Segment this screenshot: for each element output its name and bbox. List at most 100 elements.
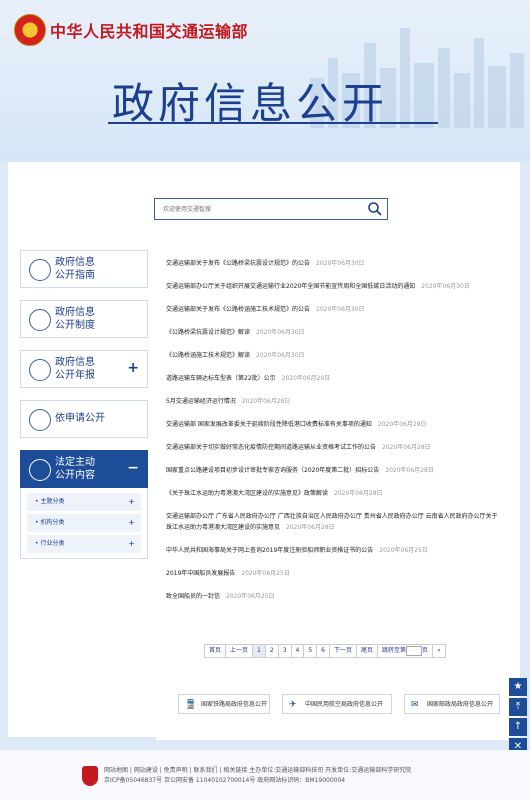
article-date: 2020年06月30日: [256, 352, 305, 359]
footer: 网站地图 | 网站建设 | 免责声明 | 联系我们 | 相关链接 主办单位:交通…: [0, 750, 530, 800]
list-item[interactable]: 国家重点公路建设项目初步设计审批专家咨询服务（2020年度第二批）招标公告 202…: [166, 465, 498, 488]
article-title[interactable]: 2019年中国船员发展报告: [166, 570, 235, 577]
article-date: 2020年06月30日: [421, 283, 470, 290]
sidebar-item-label: 政府信息: [55, 307, 95, 318]
article-title[interactable]: 《公路桥梁抗震设计规范》解读: [166, 329, 250, 336]
sidebar: 政府信息 公开指南 政府信息 公开制度 政府信息 公开年报 + 依申请公开 法定主动公…: [20, 250, 148, 559]
article-date: 2020年06月28日: [382, 444, 431, 451]
article-date: 2020年06月28日: [286, 524, 335, 531]
top-icon[interactable]: ⤒: [509, 698, 527, 716]
expand-icon[interactable]: +: [127, 360, 139, 376]
page-button[interactable]: 6: [316, 644, 330, 658]
sidebar-item-label: 公开内容: [55, 470, 95, 481]
article-title[interactable]: 交通运输部关于发布《公路桥梁抗震设计规范》的公告: [166, 260, 310, 267]
page-jump-input[interactable]: [406, 646, 423, 656]
list-item[interactable]: 道路运输车辆达标车型表（第22批）公示 2020年06月29日: [166, 373, 498, 396]
article-date: 2020年06月29日: [281, 375, 331, 382]
first-page-button[interactable]: 首页: [204, 644, 227, 658]
page-button[interactable]: 4: [290, 644, 305, 658]
list-item[interactable]: 交通运输部关于发布《公路桥梁抗震设计规范》的公告 2020年06月30日: [166, 258, 498, 281]
list-item[interactable]: 致全国船员的一封信 2020年06月25日: [166, 591, 498, 614]
list-item[interactable]: 交通运输部关于发布《公路桥涵施工技术规范》的公告 2020年06月30日: [166, 304, 498, 327]
list-item[interactable]: 2019年中国船员发展报告 2020年06月25日: [166, 568, 498, 591]
article-date: 2020年06月28日: [385, 467, 434, 474]
railway-link-button[interactable]: 🚆 国家铁路局政府信息公开: [178, 694, 270, 714]
article-title[interactable]: 道路运输车辆达标车型表（第22批）公示: [166, 375, 276, 382]
train-icon: 🚆: [185, 700, 197, 710]
footer-registration: 京ICP备05046837号 京公网安备 11040102700014号 政府网…: [104, 777, 346, 784]
report-icon: [29, 359, 51, 381]
article-date: 2020年06月30日: [316, 306, 365, 313]
article-list: 交通运输部关于发布《公路桥梁抗震设计规范》的公告 2020年06月30日 交通运输部…: [156, 250, 508, 740]
footer-text: 网站地图 | 网站建设 | 免责声明 | 联系我们 | 相关链接 主办单位:交通…: [104, 766, 524, 786]
sidebar-item-system[interactable]: 政府信息 公开制度: [20, 300, 148, 338]
article-title[interactable]: 《公路桥涵施工技术规范》解读: [166, 352, 250, 359]
list-item[interactable]: 5月交通运输经济运行情况 2020年06月29日: [166, 396, 498, 419]
page-button[interactable]: 1: [252, 644, 266, 658]
page-jump: 跳转至第页: [377, 644, 434, 658]
main-content: 政府信息公开指南 政府信息公开制度 政府信息公开年报 + 依申请公开 法定主动公…: [8, 162, 520, 740]
sidebar-item-label: 依申请公开: [55, 413, 105, 424]
next-page-button[interactable]: 下一页: [329, 644, 358, 658]
go-button[interactable]: »: [432, 644, 446, 658]
postal-link-button[interactable]: ✉ 国家邮政局政府信息公开: [404, 694, 500, 714]
list-item[interactable]: 《关于珠江水运助力粤港澳大湾区建设的实施意见》政策解读 2020年06月28日: [166, 488, 498, 511]
article-title[interactable]: 交通运输部关于发布《公路桥涵施工技术规范》的公告: [166, 306, 310, 313]
search-bar: [154, 198, 388, 220]
article-title[interactable]: 交通运输部 国家发展改革委关于延续阶段性降低港口收费标准有关事项的通知: [166, 421, 372, 428]
sidebar-item-application[interactable]: 依申请公开: [20, 400, 148, 438]
article-title[interactable]: 中华人民共和国海事局关于网上查询2019年度注册验船师职业资格证书的公告: [166, 547, 373, 554]
list-item[interactable]: 交通运输部关于切实做好常态化疫情防控期间道路运输从业资格考试工作的公告 2020年…: [166, 442, 498, 465]
page-button[interactable]: 3: [277, 644, 292, 658]
article-title[interactable]: 5月交通运输经济运行情况: [166, 398, 236, 405]
expand-icon[interactable]: +: [128, 493, 135, 511]
article-date: 2020年06月25日: [226, 593, 275, 600]
list-item[interactable]: 交通运输部 国家发展改革委关于延续阶段性降低港口收费标准有关事项的通知 2020年…: [166, 419, 498, 442]
page-button[interactable]: 2: [264, 644, 279, 658]
list-item[interactable]: 中华人民共和国海事局关于网上查询2019年度注册验船师职业资格证书的公告 2020…: [166, 545, 498, 568]
aviation-link-button[interactable]: ✈ 中国民用航空局政府信息公开: [282, 694, 392, 714]
sub-item-industry[interactable]: • 行业分类 +: [27, 535, 141, 553]
sub-item-organization[interactable]: • 机构分类 +: [27, 514, 141, 532]
sub-category-list: • 主题分类 + • 机构分类 + • 行业分类 +: [20, 488, 148, 559]
sidebar-item-statutory[interactable]: 法定主动 公开内容 −: [20, 450, 148, 488]
search-input[interactable]: [161, 201, 360, 217]
article-title[interactable]: 致全国船员的一封信: [166, 593, 220, 600]
article-title[interactable]: 国家重点公路建设项目初步设计审批专家咨询服务（2020年度第二批）招标公告: [166, 467, 379, 474]
list-item[interactable]: 交通运输部办公厅关于组织开展交通运输行业2020年全国节能宣传周和全国低碳日活动…: [166, 281, 498, 304]
sidebar-item-label: 政府信息: [55, 357, 95, 368]
up-icon[interactable]: ↑: [509, 718, 527, 736]
expand-icon[interactable]: +: [128, 514, 135, 532]
list-item[interactable]: 交通运输部办公厅 广东省人民政府办公厅 广西壮族自治区人民政府办公厅 贵州省人民…: [166, 511, 498, 545]
search-icon[interactable]: [367, 201, 383, 217]
sidebar-item-label: 公开制度: [55, 320, 95, 331]
favorite-icon[interactable]: ★: [509, 678, 527, 696]
collapse-icon[interactable]: −: [127, 460, 139, 476]
article-date: 2020年06月28日: [334, 490, 383, 497]
prev-page-button[interactable]: 上一页: [225, 644, 254, 658]
article-title[interactable]: 《关于珠江水运助力粤港澳大湾区建设的实施意见》政策解读: [166, 490, 328, 497]
header-banner: 中华人民共和国交通运输部 政府信息公开: [0, 0, 530, 162]
list-item[interactable]: 《公路桥涵施工技术规范》解读 2020年06月30日: [166, 350, 498, 373]
article-title[interactable]: 交通运输部办公厅关于组织开展交通运输行业2020年全国节能宣传周和全国低碳日活动…: [166, 283, 415, 290]
sidebar-item-label: 公开年报: [55, 370, 95, 381]
sidebar-item-annual-report[interactable]: 政府信息公开年报 +: [20, 350, 148, 388]
site-name[interactable]: 中华人民共和国交通运输部: [50, 18, 248, 42]
sidebar-item-label: 公开指南: [55, 270, 95, 281]
article-date: 2020年06月25日: [241, 570, 290, 577]
postal-icon: ✉: [411, 700, 419, 710]
page-button[interactable]: 5: [303, 644, 318, 658]
sidebar-item-guide[interactable]: 政府信息 公开指南: [20, 250, 148, 288]
national-emblem-icon[interactable]: [14, 14, 46, 46]
article-title[interactable]: 交通运输部关于切实做好常态化疫情防控期间道路运输从业资格考试工作的公告: [166, 444, 376, 451]
sub-item-topic[interactable]: • 主题分类 +: [27, 493, 141, 511]
article-date: 2020年06月29日: [377, 421, 427, 428]
plane-icon: ✈: [289, 700, 297, 710]
article-date: 2020年06月25日: [379, 547, 428, 554]
last-page-button[interactable]: 尾页: [356, 644, 379, 658]
floating-toolbar: ★ ⤒ ↑ ✕: [509, 678, 529, 758]
list-item[interactable]: 《公路桥梁抗震设计规范》解读 2020年06月30日: [166, 327, 498, 350]
expand-icon[interactable]: +: [128, 535, 135, 553]
footer-links[interactable]: 网站地图 | 网站建设 | 免责声明 | 联系我们 | 相关链接 主办单位:交通…: [104, 766, 524, 776]
party-emblem-icon: [82, 766, 98, 786]
